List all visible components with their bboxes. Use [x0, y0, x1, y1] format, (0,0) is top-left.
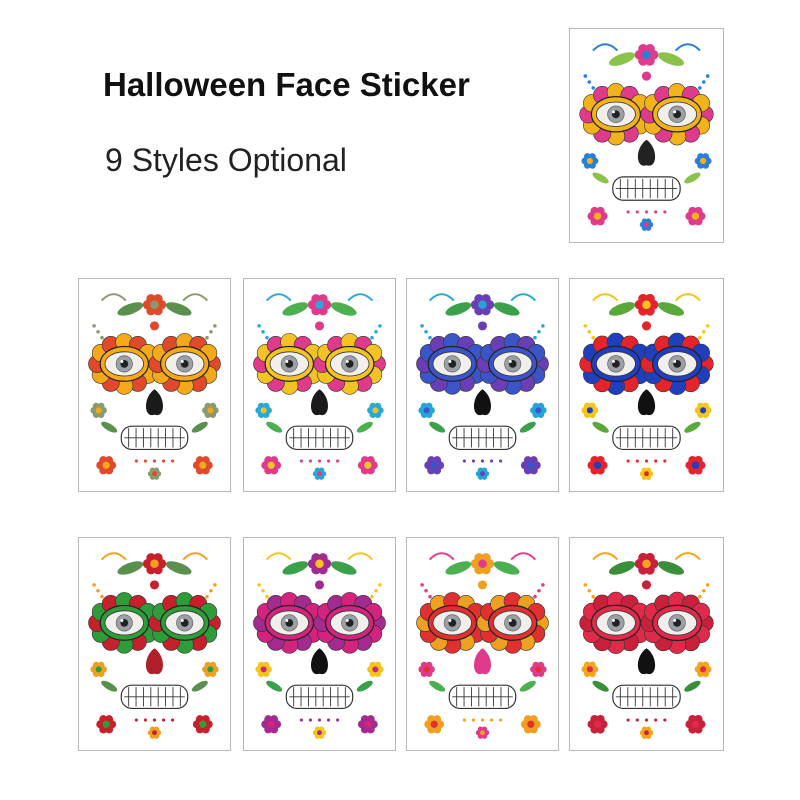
sticker-card[interactable]	[406, 537, 559, 751]
skull-nose	[473, 389, 492, 416]
crown-ornament	[428, 293, 537, 331]
crown-ornament	[592, 293, 701, 331]
right-eye	[148, 592, 221, 654]
sticker-card[interactable]	[78, 537, 231, 751]
crown-ornament	[265, 293, 374, 331]
skull-nose	[473, 648, 492, 675]
skull-teeth	[448, 684, 517, 710]
skull-teeth	[285, 684, 354, 710]
crown-ornament	[100, 552, 209, 590]
skull-teeth	[612, 176, 681, 201]
right-eye	[476, 592, 549, 654]
skull-teeth	[448, 425, 517, 451]
skull-face-sticker-image	[253, 293, 386, 480]
right-eye	[476, 333, 549, 395]
crown-ornament	[100, 293, 209, 331]
crown-ornament	[265, 552, 374, 590]
sticker-card[interactable]	[78, 278, 231, 492]
skull-face-sticker-image	[579, 43, 714, 231]
skull-nose	[310, 389, 329, 416]
sticker-card[interactable]	[569, 278, 724, 492]
crown-ornament	[428, 552, 537, 590]
skull-face-sticker-image	[579, 552, 714, 739]
skull-face-sticker-image	[88, 552, 221, 739]
skull-nose	[637, 648, 656, 675]
sticker-card[interactable]	[243, 537, 396, 751]
skull-face-sticker-image	[416, 293, 549, 480]
skull-face-sticker-image	[88, 293, 221, 480]
skull-teeth	[612, 684, 681, 710]
skull-face-sticker-image	[253, 552, 386, 739]
skull-teeth	[120, 425, 189, 451]
skull-teeth	[612, 425, 681, 451]
sticker-card[interactable]	[243, 278, 396, 492]
right-eye	[640, 591, 714, 654]
skull-nose	[637, 139, 656, 166]
page-title: Halloween Face Sticker	[103, 66, 470, 103]
skull-nose	[145, 648, 164, 675]
crown-ornament	[592, 552, 701, 590]
right-eye	[640, 332, 714, 395]
right-eye	[313, 592, 386, 654]
right-eye	[640, 83, 714, 146]
page-subtitle: 9 Styles Optional	[105, 142, 347, 178]
crown-ornament	[592, 43, 701, 81]
sticker-card[interactable]	[569, 28, 724, 243]
skull-teeth	[120, 684, 189, 710]
skull-face-sticker-image	[579, 293, 714, 480]
skull-face-sticker-image	[416, 552, 549, 739]
sticker-card[interactable]	[569, 537, 724, 751]
right-eye	[313, 333, 386, 395]
skull-nose	[145, 389, 164, 416]
skull-teeth	[285, 425, 354, 451]
skull-nose	[310, 648, 329, 675]
right-eye	[148, 333, 221, 395]
sticker-card[interactable]	[406, 278, 559, 492]
skull-nose	[637, 389, 656, 416]
